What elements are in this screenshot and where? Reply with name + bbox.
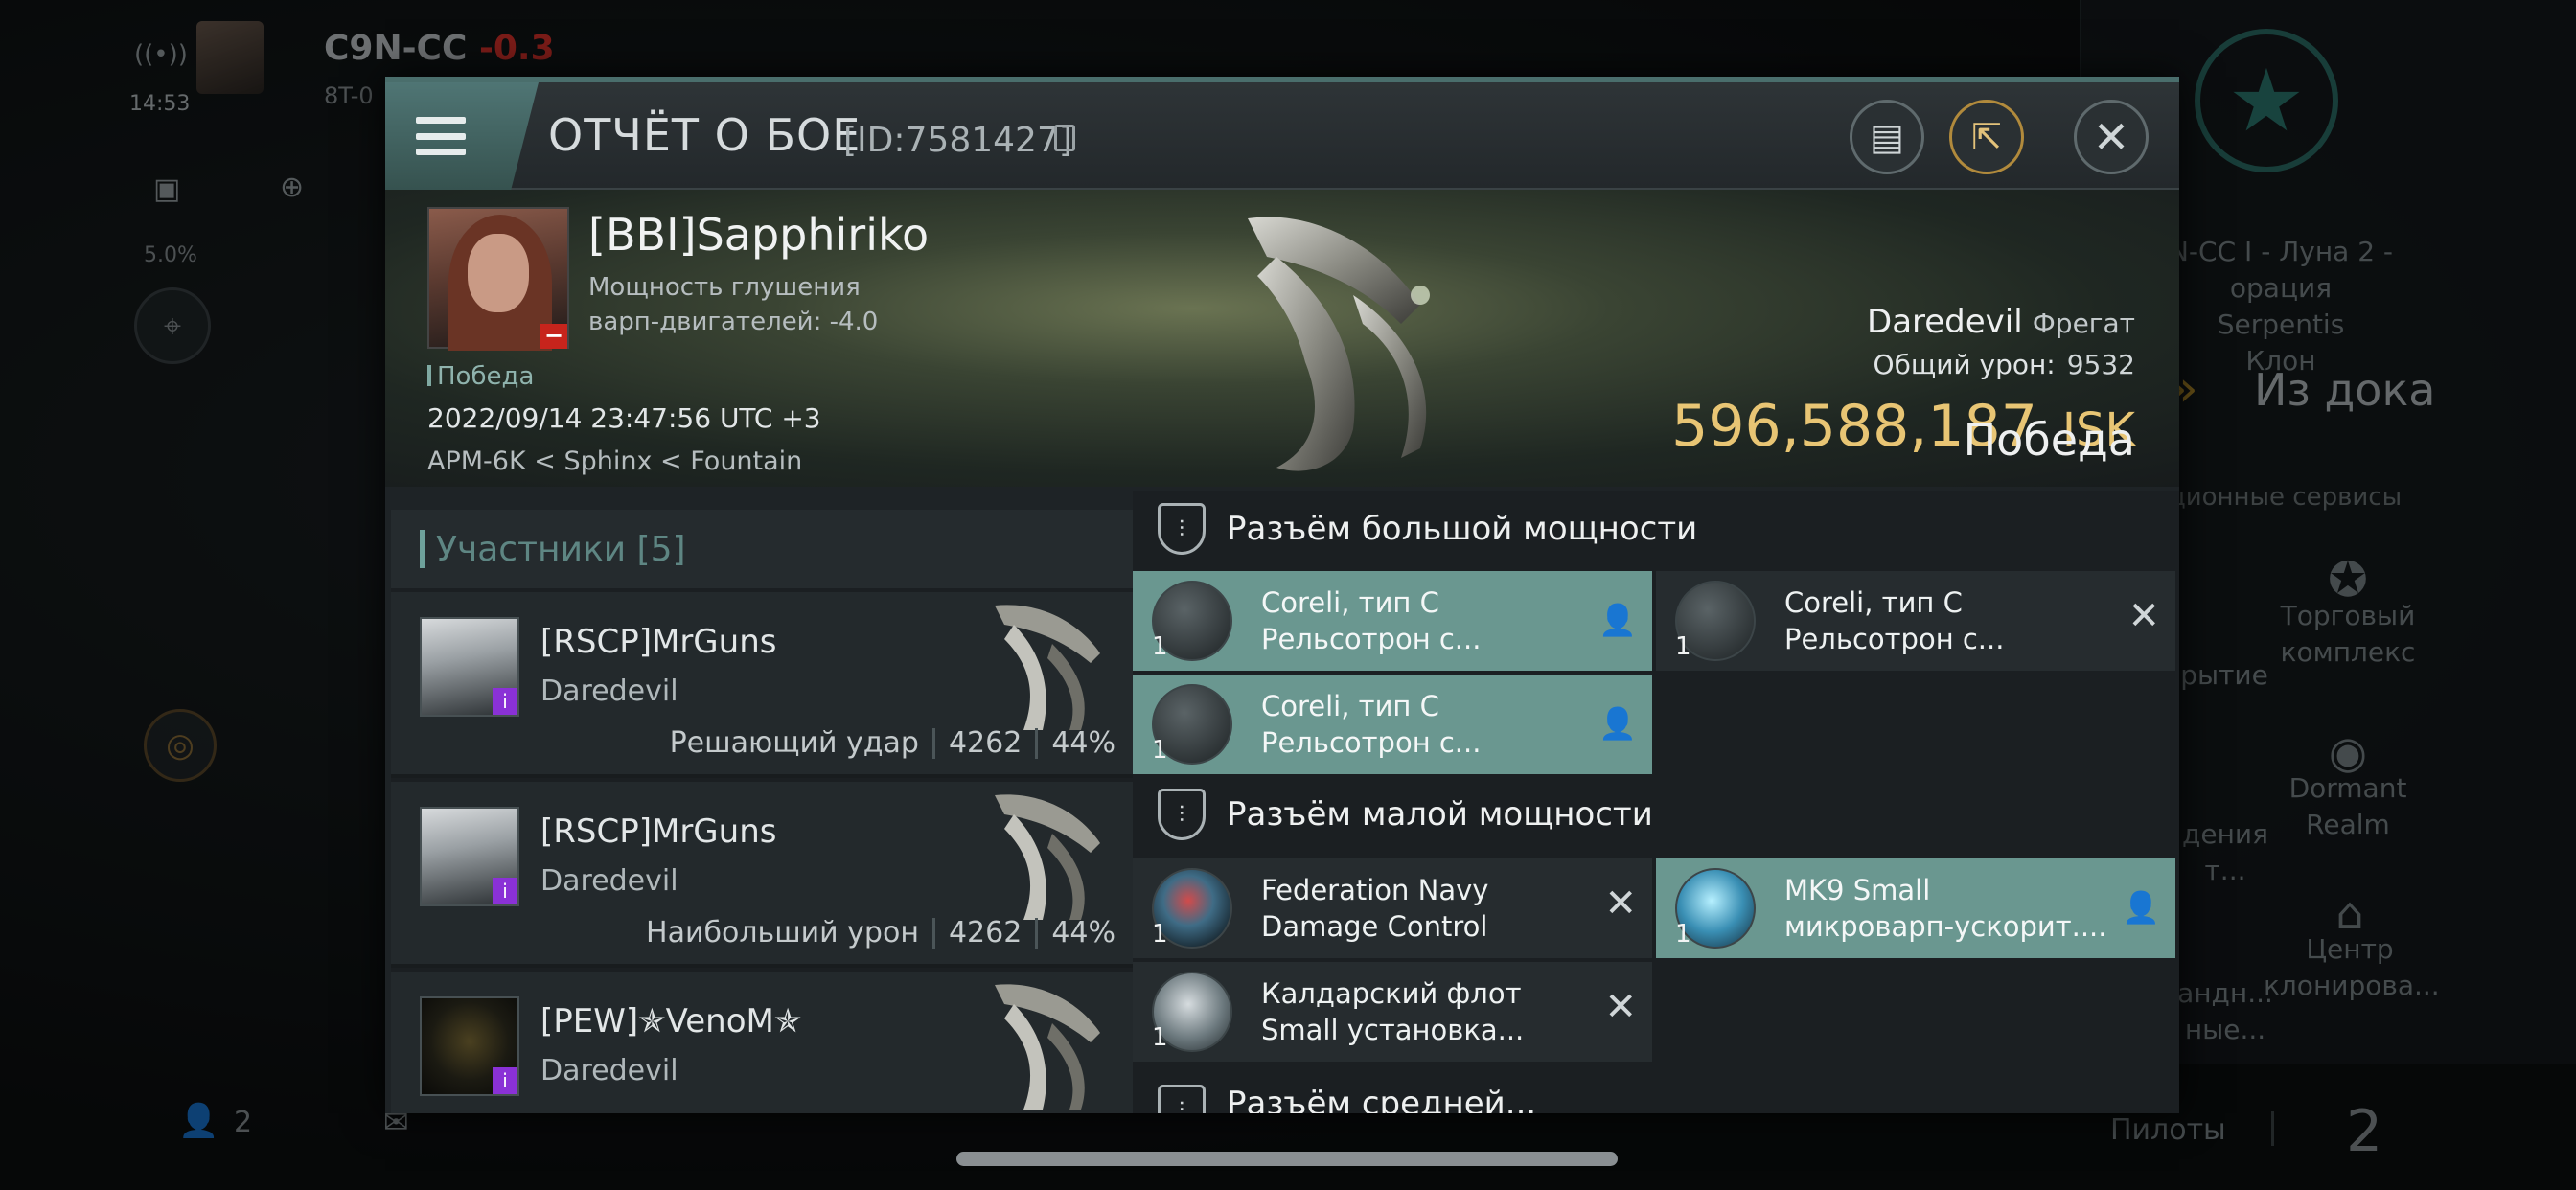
pilot-badge-icon: i [493, 878, 518, 904]
menu-icon [416, 117, 466, 155]
participant-portrait: i [420, 807, 519, 906]
clipboard-icon: ▤ [1870, 116, 1904, 158]
report-button[interactable]: ▤ [1850, 100, 1924, 174]
victim-ship-image [1248, 217, 1430, 471]
result-label: Победа [1963, 414, 2135, 466]
module-name: Coreli, тип C Рельсотрон с... [1261, 690, 1482, 759]
copy-icon[interactable] [1054, 125, 1075, 151]
game-screen: ((•)) 14:53 C9N-CC -0.3 8T-0 ▣ ⊕ 5.0% ⌖ … [0, 0, 2576, 1190]
module-name: MK9 Small микроварп-ускорит.... [1784, 874, 2107, 943]
participants-header: Участники [5] [391, 510, 1133, 588]
fitted-person-icon: 👤 [1598, 705, 1637, 742]
participant-ship: Daredevil [540, 1054, 678, 1087]
module-qty: 1 [1152, 632, 1168, 661]
menu-button[interactable] [385, 82, 539, 190]
participant-ship: Daredevil [540, 675, 678, 708]
result-tag: Победа [427, 362, 534, 391]
module-qty: 1 [1675, 632, 1691, 661]
participant-name: [PEW]✯VenoM✯ [540, 1002, 802, 1041]
total-damage: Общий урон: 9532 [1873, 349, 2135, 380]
participant-stats: Решающий удар 4262 44% [669, 726, 1116, 760]
next-slot-header: ⫶ Разъём средней... [1133, 1065, 2179, 1113]
destroyed-icon: ✕ [2128, 594, 2160, 638]
module-name: Coreli, тип C Рельсотрон с... [1784, 586, 2005, 655]
low-slot-icon: ⫶ [1158, 789, 1206, 840]
destroyed-icon: ✕ [1604, 881, 1637, 926]
participant-portrait: i [420, 996, 519, 1096]
module-low-1[interactable]: 1 Federation Navy Damage Control ✕ [1133, 858, 1652, 958]
participants-panel: Участники [5] i [RSCP]MrGuns Daredevil Р… [391, 510, 1133, 1113]
module-qty: 1 [1152, 920, 1168, 949]
modal-title: ОТЧЁТ О БОЕ [548, 109, 862, 161]
module-qty: 1 [1152, 1023, 1168, 1052]
fitting-panel: ⫶ Разъём большой мощности 1 Coreli, тип … [1133, 491, 2179, 1113]
high-slot-header: ⫶ Разъём большой мощности [1133, 491, 2179, 567]
module-low-3[interactable]: 1 Калдарский флот Small установка... ✕ [1133, 962, 1652, 1062]
module-high-1[interactable]: 1 Coreli, тип C Рельсотрон с... 👤 [1133, 571, 1652, 671]
module-high-3[interactable]: 1 Coreli, тип C Рельсотрон с... 👤 [1133, 675, 1652, 774]
high-slot-icon: ⫶ [1158, 503, 1206, 555]
fitted-person-icon: 👤 [1598, 602, 1637, 638]
ship-type[interactable]: Daredevil Фрегат [1867, 303, 2135, 341]
victim-stat: Мощность глушения варп-двигателей: -4.0 [588, 273, 879, 336]
participant-ship-image [995, 794, 1100, 920]
module-name: Federation Navy Damage Control [1261, 874, 1489, 943]
participant-row[interactable]: i [RSCP]MrGuns Daredevil Решающий удар 4… [391, 592, 1133, 778]
participant-ship-image [995, 984, 1100, 1110]
close-button[interactable]: ✕ [2074, 100, 2149, 174]
participant-stats: Наибольший урон 4262 44% [646, 916, 1116, 950]
close-icon: ✕ [2092, 111, 2130, 163]
victim-banner: − [BBI]Sapphiriko Мощность глушения варп… [385, 190, 2179, 487]
module-name: Калдарский флот Small установка... [1261, 977, 1525, 1046]
pilot-badge-icon: i [493, 688, 518, 715]
report-id: [ID:7581427] [843, 121, 1072, 160]
participant-name: [RSCP]MrGuns [540, 623, 777, 661]
combat-report-modal: ОТЧЁТ О БОЕ [ID:7581427] ▤ ⇱ ✕ − [BBI]Sa… [385, 77, 2179, 1113]
pilot-badge-icon: i [493, 1067, 518, 1094]
participant-ship: Daredevil [540, 864, 678, 898]
share-button[interactable]: ⇱ [1949, 100, 2024, 174]
hostile-badge-icon: − [540, 324, 567, 349]
module-name: Coreli, тип C Рельсотрон с... [1261, 586, 1482, 655]
destroyed-icon: ✕ [1604, 985, 1637, 1029]
victim-name[interactable]: [BBI]Sapphiriko [588, 209, 929, 261]
participant-row[interactable]: i [RSCP]MrGuns Daredevil Наибольший урон… [391, 782, 1133, 968]
participant-ship-image [995, 605, 1100, 730]
slot-icon: ⫶ [1158, 1085, 1206, 1113]
participant-portrait: i [420, 617, 519, 717]
participant-name: [RSCP]MrGuns [540, 812, 777, 851]
fitted-person-icon: 👤 [2122, 889, 2160, 926]
kill-location[interactable]: APM-6K < Sphinx < Fountain [427, 446, 802, 476]
module-qty: 1 [1152, 736, 1168, 765]
module-high-2[interactable]: 1 Coreli, тип C Рельсотрон с... ✕ [1656, 571, 2175, 671]
module-low-2[interactable]: 1 MK9 Small микроварп-ускорит.... 👤 [1656, 858, 2175, 958]
share-icon: ⇱ [1971, 116, 2002, 158]
home-indicator[interactable] [956, 1152, 1618, 1166]
kill-datetime: 2022/09/14 23:47:56 UTC +3 [427, 402, 821, 434]
participant-row[interactable]: i [PEW]✯VenoM✯ Daredevil [391, 972, 1133, 1113]
module-qty: 1 [1675, 920, 1691, 949]
modal-header: ОТЧЁТ О БОЕ [ID:7581427] ▤ ⇱ ✕ [385, 82, 2179, 190]
low-slot-header: ⫶ Разъём малой мощности [1133, 776, 2179, 853]
